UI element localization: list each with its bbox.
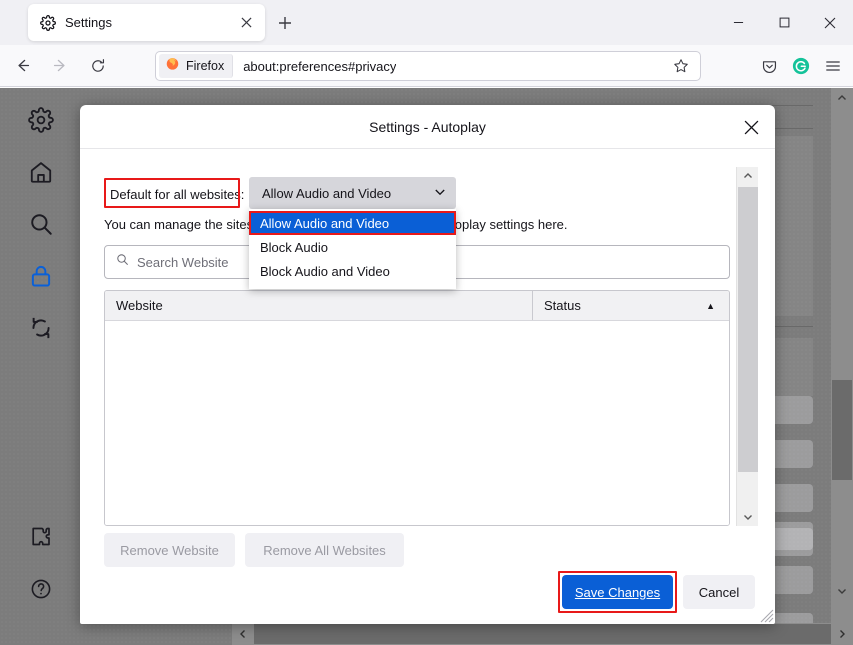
url-bar[interactable]: Firefox about:preferences#privacy [155, 51, 701, 81]
identity-box[interactable]: Firefox [159, 54, 233, 78]
dropdown-option-label: Allow Audio and Video [260, 216, 389, 231]
dialog-title: Settings - Autoplay [369, 119, 486, 135]
tab-close-icon[interactable] [235, 12, 257, 34]
sidebar-item-help[interactable] [21, 569, 61, 609]
dialog-titlebar: Settings - Autoplay [80, 105, 775, 149]
scroll-right-icon[interactable] [831, 623, 853, 645]
preferences-sidebar [0, 88, 82, 623]
minimize-button[interactable] [715, 0, 761, 45]
sidebar-item-general[interactable] [21, 100, 61, 140]
maximize-button[interactable] [761, 0, 807, 45]
firefox-logo-icon [165, 56, 180, 76]
back-button[interactable] [6, 50, 38, 82]
forward-button[interactable] [44, 50, 76, 82]
dropdown-option-allow-audio-and-video[interactable]: Allow Audio and Video [249, 211, 456, 235]
sidebar-item-sync[interactable] [21, 308, 61, 348]
page-horizontal-scrollbar[interactable] [232, 623, 853, 645]
default-autoplay-select-value: Allow Audio and Video [262, 186, 391, 201]
default-autoplay-select[interactable]: Allow Audio and Video [249, 177, 456, 209]
gear-icon [40, 15, 56, 31]
reload-button[interactable] [82, 50, 114, 82]
url-text[interactable]: about:preferences#privacy [243, 59, 396, 74]
new-tab-button[interactable] [272, 10, 298, 36]
sidebar-item-search[interactable] [21, 204, 61, 244]
browser-window: Settings [0, 0, 853, 645]
star-icon[interactable] [668, 53, 694, 79]
default-autoplay-dropdown[interactable]: Allow Audio and Video Block Audio Block … [249, 209, 456, 289]
sidebar-item-extensions[interactable] [21, 517, 61, 557]
tab-title: Settings [65, 15, 235, 30]
tab-strip: Settings [0, 0, 853, 45]
chevron-down-icon [434, 186, 446, 201]
scroll-thumb[interactable] [254, 624, 831, 644]
page-vertical-scrollbar[interactable] [831, 88, 853, 623]
scroll-thumb[interactable] [832, 380, 852, 480]
dropdown-option-block-audio-and-video[interactable]: Block Audio and Video [249, 259, 456, 283]
window-close-button[interactable] [807, 0, 853, 45]
dropdown-option-label: Block Audio [260, 240, 328, 255]
pocket-icon[interactable] [753, 51, 785, 81]
window-controls [715, 0, 853, 45]
identity-label: Firefox [186, 59, 224, 73]
dropdown-option-label: Block Audio and Video [260, 264, 390, 279]
grammarly-icon[interactable] [785, 51, 817, 81]
sidebar-item-privacy[interactable] [21, 256, 61, 296]
toolbar-right [753, 51, 849, 81]
dropdown-option-block-audio[interactable]: Block Audio [249, 235, 456, 259]
scroll-down-icon[interactable] [831, 581, 853, 601]
sidebar-item-home[interactable] [21, 152, 61, 192]
scroll-left-icon[interactable] [232, 623, 254, 645]
dialog-close-icon[interactable] [737, 114, 765, 140]
scroll-up-icon[interactable] [831, 88, 853, 108]
tab-settings[interactable]: Settings [28, 4, 265, 41]
app-menu-icon[interactable] [817, 51, 849, 81]
